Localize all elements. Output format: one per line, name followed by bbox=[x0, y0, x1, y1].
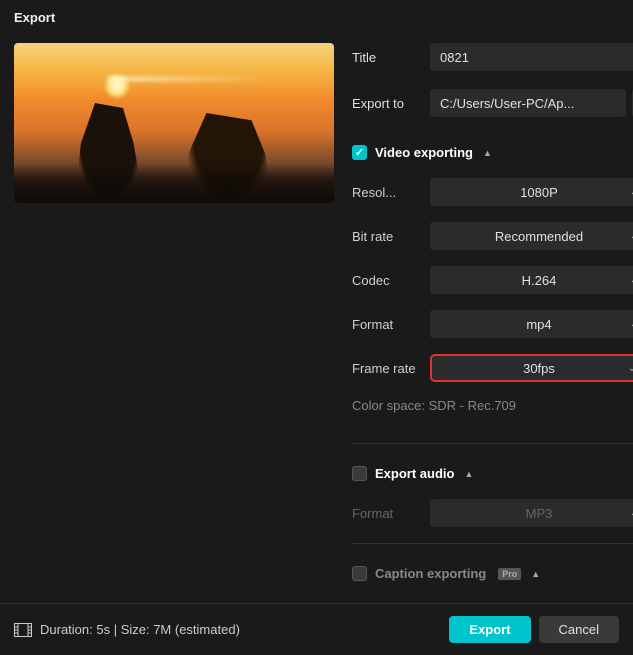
content-area: Title Export to ✓ Video exporting ▲ Reso… bbox=[0, 35, 633, 583]
bitrate-row: Bit rate Recommended ⌄ bbox=[352, 222, 633, 250]
section-divider bbox=[352, 443, 633, 444]
chevron-down-icon: ⌄ bbox=[630, 508, 633, 519]
caption-exporting-checkbox bbox=[352, 566, 367, 581]
resolution-select[interactable]: 1080P ⌄ bbox=[430, 178, 633, 206]
video-exporting-checkbox[interactable]: ✓ bbox=[352, 145, 367, 160]
settings-scroll: ✓ Video exporting ▲ Resol... 1080P ⌄ Bit… bbox=[352, 145, 633, 583]
framerate-select[interactable]: 30fps ⌄ bbox=[430, 354, 633, 382]
export-audio-label: Export audio bbox=[375, 466, 454, 481]
chevron-up-icon: ▲ bbox=[483, 148, 492, 158]
export-to-row: Export to bbox=[352, 89, 633, 117]
codec-label: Codec bbox=[352, 273, 430, 288]
export-to-label: Export to bbox=[352, 96, 430, 111]
cancel-button[interactable]: Cancel bbox=[539, 616, 619, 643]
export-button[interactable]: Export bbox=[449, 616, 530, 643]
chevron-up-icon: ▲ bbox=[531, 569, 540, 579]
resolution-label: Resol... bbox=[352, 185, 430, 200]
audio-format-label: Format bbox=[352, 506, 430, 521]
colorspace-info: Color space: SDR - Rec.709 bbox=[352, 398, 633, 413]
dialog-title: Export bbox=[0, 0, 633, 35]
framerate-label: Frame rate bbox=[352, 361, 430, 376]
video-preview bbox=[14, 43, 334, 203]
audio-format-row: Format MP3 ⌄ bbox=[352, 499, 633, 527]
export-audio-checkbox[interactable] bbox=[352, 466, 367, 481]
film-icon bbox=[14, 623, 32, 637]
chevron-down-icon: ⌄ bbox=[630, 231, 633, 242]
footer-info: Duration: 5s | Size: 7M (estimated) bbox=[14, 622, 441, 637]
format-row: Format mp4 ⌄ bbox=[352, 310, 633, 338]
bitrate-label: Bit rate bbox=[352, 229, 430, 244]
video-exporting-label: Video exporting bbox=[375, 145, 473, 160]
codec-select[interactable]: H.264 ⌄ bbox=[430, 266, 633, 294]
format-select[interactable]: mp4 ⌄ bbox=[430, 310, 633, 338]
export-path-input[interactable] bbox=[430, 89, 626, 117]
bitrate-select[interactable]: Recommended ⌄ bbox=[430, 222, 633, 250]
chevron-up-icon: ▲ bbox=[464, 469, 473, 479]
title-row: Title bbox=[352, 43, 633, 71]
resolution-row: Resol... 1080P ⌄ bbox=[352, 178, 633, 206]
video-exporting-section[interactable]: ✓ Video exporting ▲ bbox=[352, 145, 633, 160]
section-divider bbox=[352, 543, 633, 544]
pro-badge: Pro bbox=[498, 568, 521, 580]
chevron-down-icon: ⌄ bbox=[630, 275, 633, 286]
export-audio-section[interactable]: Export audio ▲ bbox=[352, 466, 633, 481]
footer: Duration: 5s | Size: 7M (estimated) Expo… bbox=[0, 603, 633, 655]
right-panel: Title Export to ✓ Video exporting ▲ Reso… bbox=[352, 43, 633, 583]
chevron-down-icon: ⌄ bbox=[630, 187, 633, 198]
audio-format-select: MP3 ⌄ bbox=[430, 499, 633, 527]
format-label: Format bbox=[352, 317, 430, 332]
title-label: Title bbox=[352, 50, 430, 65]
chevron-down-icon: ⌄ bbox=[628, 363, 633, 374]
framerate-row: Frame rate 30fps ⌄ bbox=[352, 354, 633, 382]
codec-row: Codec H.264 ⌄ bbox=[352, 266, 633, 294]
title-input[interactable] bbox=[430, 43, 633, 71]
left-panel bbox=[14, 43, 334, 583]
caption-exporting-label: Caption exporting bbox=[375, 566, 486, 581]
caption-exporting-section: Caption exporting Pro ▲ bbox=[352, 566, 633, 581]
chevron-down-icon: ⌄ bbox=[630, 319, 633, 330]
